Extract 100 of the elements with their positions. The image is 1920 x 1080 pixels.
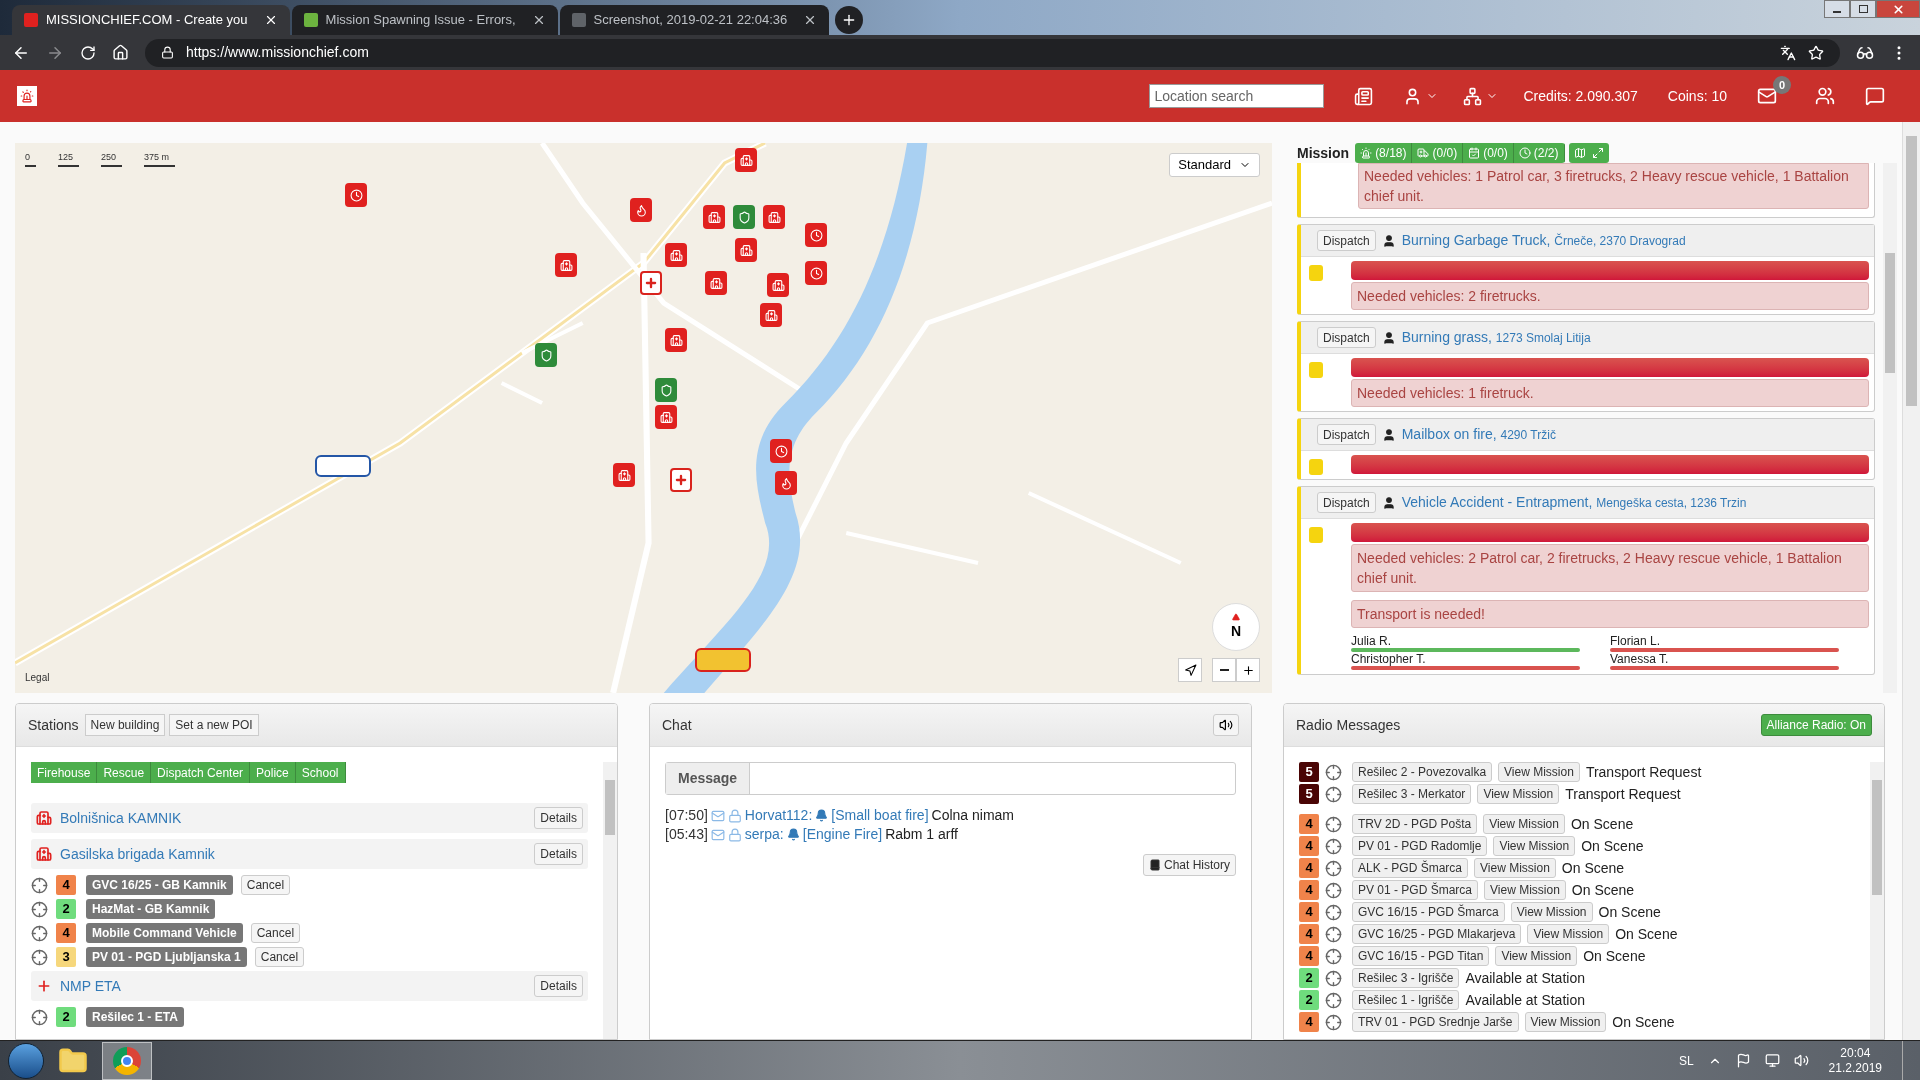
vehicle-label[interactable]: PV 01 - PGD Ljubljanska 1 <box>86 947 247 967</box>
mail-icon[interactable] <box>1757 86 1777 106</box>
fire-station-marker[interactable] <box>735 148 757 172</box>
fire-station-marker[interactable] <box>555 253 577 277</box>
network-icon[interactable] <box>1764 1053 1780 1068</box>
details-button[interactable]: Details <box>534 843 583 865</box>
police-car-marker[interactable] <box>315 455 371 477</box>
locate-button[interactable] <box>1178 658 1202 682</box>
police-station-marker[interactable] <box>733 205 755 229</box>
vehicle-label[interactable]: HazMat - GB Kamnik <box>86 899 216 919</box>
mission-title[interactable]: Burning Garbage Truck, Črneče, 2370 Dravograd <box>1401 230 1686 251</box>
view-mission-button[interactable]: View Mission <box>1498 762 1580 782</box>
locate-icon[interactable] <box>1325 815 1342 833</box>
legal-link[interactable]: Legal <box>25 670 50 685</box>
vehicle-button[interactable]: GVC 16/25 - PGD Mlakarjeva <box>1352 924 1522 944</box>
locate-icon[interactable] <box>1325 763 1342 781</box>
reload-icon[interactable] <box>80 44 96 61</box>
view-mission-button[interactable]: View Mission <box>1474 858 1556 878</box>
volume-icon[interactable] <box>1793 1053 1809 1068</box>
locate-icon[interactable] <box>31 948 48 966</box>
alliance-dropdown[interactable] <box>1463 86 1499 106</box>
newspaper-icon[interactable] <box>1354 86 1374 106</box>
locate-icon[interactable] <box>1325 903 1342 921</box>
mission-link[interactable]: [Engine Fire] <box>802 825 883 844</box>
vehicle-button[interactable]: Rešilec 3 - Merkator <box>1352 784 1472 804</box>
vehicle-button[interactable]: TRV 01 - PGD Srednje Jarše <box>1352 1012 1519 1032</box>
start-button[interactable] <box>8 1042 44 1079</box>
fire-station-marker[interactable] <box>760 303 782 327</box>
minimize-button[interactable] <box>1824 0 1850 18</box>
flag-icon[interactable] <box>1735 1053 1751 1068</box>
location-search-field[interactable]: Location search <box>1149 84 1325 108</box>
building-name[interactable]: Gasilska brigada Kamnik <box>60 843 527 865</box>
language-indicator[interactable]: SL <box>1678 1051 1694 1070</box>
vehicle-label[interactable]: GVC 16/25 - GB Kamnik <box>86 875 233 895</box>
view-mission-button[interactable]: View Mission <box>1495 946 1578 966</box>
vehicle-button[interactable]: TRV 2D - PGD Pošta <box>1352 814 1478 834</box>
building-name[interactable]: Bolnišnica KAMNIK <box>60 807 527 829</box>
fire-station-marker[interactable] <box>613 463 635 487</box>
browser-taskbar-icon[interactable] <box>102 1041 152 1080</box>
zoom-in-button[interactable] <box>1236 658 1260 682</box>
view-mission-button[interactable]: View Mission <box>1510 902 1593 922</box>
locate-icon[interactable] <box>31 1008 48 1026</box>
dispatch-button[interactable]: Dispatch <box>1317 424 1376 445</box>
view-mission-button[interactable]: View Mission <box>1477 784 1560 804</box>
view-mission-button[interactable]: View Mission <box>1493 836 1576 856</box>
vehicle-button[interactable]: Rešilec 2 - Povezovalka <box>1352 762 1493 782</box>
message-field[interactable]: Message <box>665 762 1236 795</box>
vehicle-button[interactable]: GVC 16/15 - PGD Šmarca <box>1352 902 1505 922</box>
hospital-marker[interactable] <box>670 468 692 492</box>
locate-icon[interactable] <box>1325 947 1342 965</box>
vehicle-button[interactable]: GVC 16/15 - PGD Titan <box>1352 946 1490 966</box>
toolbar-button[interactable]: Set a new POI <box>169 714 259 736</box>
close-button[interactable] <box>1876 0 1920 18</box>
view-mission-button[interactable]: View Mission <box>1527 924 1610 944</box>
cancel-button[interactable]: Cancel <box>254 947 305 967</box>
zoom-out-button[interactable] <box>1212 658 1236 682</box>
vehicle-label[interactable]: Mobile Command Vehicle <box>86 923 243 943</box>
view-mission-button[interactable]: View Mission <box>1524 1012 1607 1032</box>
mission-title[interactable]: Burning grass, 1273 Smolaj Litija <box>1401 327 1591 348</box>
vehicle-label[interactable]: Rešilec 1 - ETA <box>86 1007 184 1027</box>
vehicle-button[interactable]: PV 01 - PGD Šmarca <box>1352 880 1479 900</box>
message-author[interactable]: Horvat112: <box>744 806 813 825</box>
cancel-button[interactable]: Cancel <box>240 875 291 895</box>
map-style-select[interactable]: Standard <box>1169 153 1260 177</box>
hospital-marker[interactable] <box>640 271 662 295</box>
vehicle-button[interactable]: PV 01 - PGD Radomlje <box>1352 836 1488 856</box>
maximize-button[interactable] <box>1850 0 1876 18</box>
fire-station-marker[interactable] <box>665 243 687 267</box>
locate-icon[interactable] <box>1325 1013 1342 1031</box>
locate-icon[interactable] <box>31 924 48 942</box>
alarm-marker[interactable] <box>805 223 827 247</box>
police-station-marker[interactable] <box>655 378 677 402</box>
map-view-button[interactable] <box>1568 143 1609 163</box>
fire-marker[interactable] <box>775 471 797 495</box>
cancel-button[interactable]: Cancel <box>250 923 301 943</box>
fire-station-marker[interactable] <box>705 271 727 295</box>
alarm-marker[interactable] <box>345 183 367 207</box>
fire-station-marker[interactable] <box>655 405 677 429</box>
locate-icon[interactable] <box>1325 969 1342 987</box>
dispatch-button[interactable]: Dispatch <box>1317 492 1376 513</box>
view-mission-button[interactable]: View Mission <box>1483 814 1565 834</box>
address-bar[interactable]: https://www.missionchief.com <box>145 38 1840 67</box>
new-tab-button[interactable] <box>835 6 864 34</box>
browser-tab[interactable]: Screenshot, 2019-02-21 22:04:36 <box>559 5 830 35</box>
building-name[interactable]: NMP ETA <box>60 975 527 997</box>
police-station-marker[interactable] <box>535 343 557 367</box>
chat-icon[interactable] <box>1865 86 1885 106</box>
message-author[interactable]: serpa: <box>744 825 784 844</box>
toolbar-button[interactable]: New building <box>84 714 166 736</box>
logo[interactable] <box>17 86 37 106</box>
fire-station-marker[interactable] <box>703 205 725 229</box>
fire-marker[interactable] <box>630 198 652 222</box>
browser-tab[interactable]: MISSIONCHIEF.COM - Create you <box>12 5 290 35</box>
locate-icon[interactable] <box>1325 859 1342 877</box>
alarm-marker[interactable] <box>805 261 827 285</box>
mission-title[interactable]: Mailbox on fire, 4290 Tržič <box>1401 424 1556 445</box>
locate-icon[interactable] <box>31 876 48 894</box>
profile-dropdown[interactable] <box>1403 86 1439 106</box>
view-mission-button[interactable]: View Mission <box>1484 880 1566 900</box>
vehicle-button[interactable]: Rešilec 1 - Igrišče <box>1352 990 1460 1010</box>
